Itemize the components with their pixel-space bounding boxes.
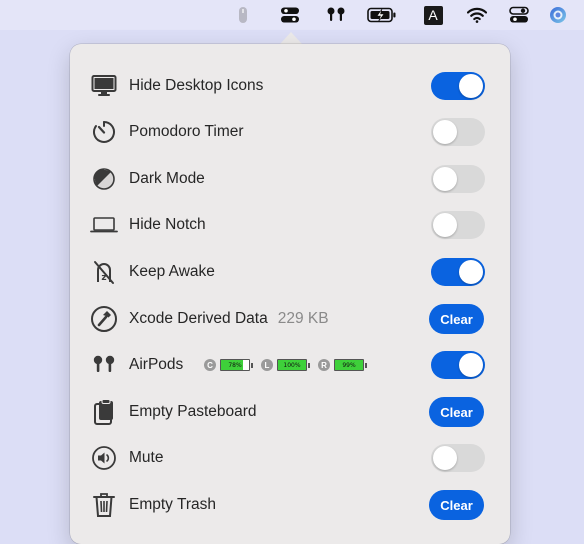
- battery-percent: 99%: [342, 361, 356, 369]
- row-xcode-derived-data: Xcode Derived Data 229 KB Clear: [70, 301, 510, 337]
- toggle-knob: [433, 120, 457, 144]
- mouse-icon[interactable]: [237, 5, 249, 25]
- derived-data-size: 229 KB: [277, 310, 329, 327]
- airpods-icon[interactable]: [324, 5, 348, 25]
- siri-icon[interactable]: [549, 5, 567, 25]
- airpods-left-battery: L 100%: [261, 357, 310, 373]
- battery-letter: L: [261, 359, 273, 371]
- row-label: Keep Awake: [129, 263, 215, 280]
- hammer-icon: [90, 305, 118, 333]
- row-keep-awake: z Keep Awake: [70, 254, 510, 290]
- battery-letter: C: [204, 359, 216, 371]
- battery-cap: [308, 362, 310, 368]
- toggle-knob: [459, 353, 483, 377]
- laptop-icon: [90, 211, 118, 239]
- battery-gauge: 78%: [220, 359, 250, 371]
- clear-trash-button[interactable]: Clear: [429, 490, 484, 520]
- row-airpods: AirPods C 78% L 100% R 99%: [70, 347, 510, 383]
- row-mute: Mute: [70, 440, 510, 476]
- battery-percent: 100%: [283, 361, 301, 369]
- row-empty-trash: Empty Trash Clear: [70, 487, 510, 523]
- airpods-toggle[interactable]: [431, 351, 485, 379]
- clear-pasteboard-button[interactable]: Clear: [429, 397, 484, 427]
- control-center-toggle-icon[interactable]: [278, 5, 302, 25]
- row-label: Empty Pasteboard: [129, 403, 257, 420]
- display-icon: [90, 72, 118, 100]
- control-panel: Hide Desktop Icons Pomodoro Timer Dark M…: [70, 44, 510, 544]
- row-label: Dark Mode: [129, 170, 205, 187]
- row-label-text: Xcode Derived Data: [129, 310, 268, 327]
- row-hide-notch: Hide Notch: [70, 207, 510, 243]
- airpods-icon: [90, 351, 118, 379]
- row-label: Empty Trash: [129, 496, 216, 513]
- speaker-icon: [90, 444, 118, 472]
- battery-percent: 78%: [228, 361, 242, 369]
- row-label: Xcode Derived Data 229 KB: [129, 310, 329, 328]
- toggle-knob: [433, 167, 457, 191]
- toggle-knob: [459, 74, 483, 98]
- toggle-knob: [459, 260, 483, 284]
- dark-mode-icon: [90, 165, 118, 193]
- row-label: AirPods: [129, 356, 184, 373]
- trash-icon: [90, 491, 118, 519]
- row-empty-pasteboard: Empty Pasteboard Clear: [70, 394, 510, 430]
- menu-bar: A: [0, 0, 584, 30]
- pomodoro-timer-toggle[interactable]: [431, 118, 485, 146]
- timer-icon: [90, 118, 118, 146]
- hide-notch-toggle[interactable]: [431, 211, 485, 239]
- keep-awake-toggle[interactable]: [431, 258, 485, 286]
- control-center-icon[interactable]: [508, 5, 530, 25]
- row-label: Hide Notch: [129, 216, 206, 233]
- toggle-knob: [433, 213, 457, 237]
- battery-letter: R: [318, 359, 330, 371]
- battery-cap: [251, 362, 253, 368]
- sleep-slash-icon: z: [90, 258, 118, 286]
- row-label: Hide Desktop Icons: [129, 77, 264, 94]
- mute-toggle[interactable]: [431, 444, 485, 472]
- airpods-case-battery: C 78%: [204, 357, 253, 373]
- battery-charging-icon[interactable]: [367, 5, 397, 25]
- row-label: Pomodoro Timer: [129, 123, 244, 140]
- row-hide-desktop-icons: Hide Desktop Icons: [70, 68, 510, 104]
- input-source-letter: A: [423, 5, 443, 25]
- clipboard-icon: [90, 398, 118, 426]
- dark-mode-toggle[interactable]: [431, 165, 485, 193]
- input-source-icon[interactable]: A: [423, 5, 443, 25]
- wifi-icon[interactable]: [466, 5, 488, 25]
- clear-derived-data-button[interactable]: Clear: [429, 304, 484, 334]
- airpods-right-battery: R 99%: [318, 357, 367, 373]
- row-label: Mute: [129, 449, 164, 466]
- toggle-knob: [433, 446, 457, 470]
- row-dark-mode: Dark Mode: [70, 161, 510, 197]
- hide-desktop-icons-toggle[interactable]: [431, 72, 485, 100]
- battery-gauge: 100%: [277, 359, 307, 371]
- row-pomodoro-timer: Pomodoro Timer: [70, 114, 510, 150]
- panel-pointer: [280, 32, 302, 44]
- battery-cap: [365, 362, 367, 368]
- battery-gauge: 99%: [334, 359, 364, 371]
